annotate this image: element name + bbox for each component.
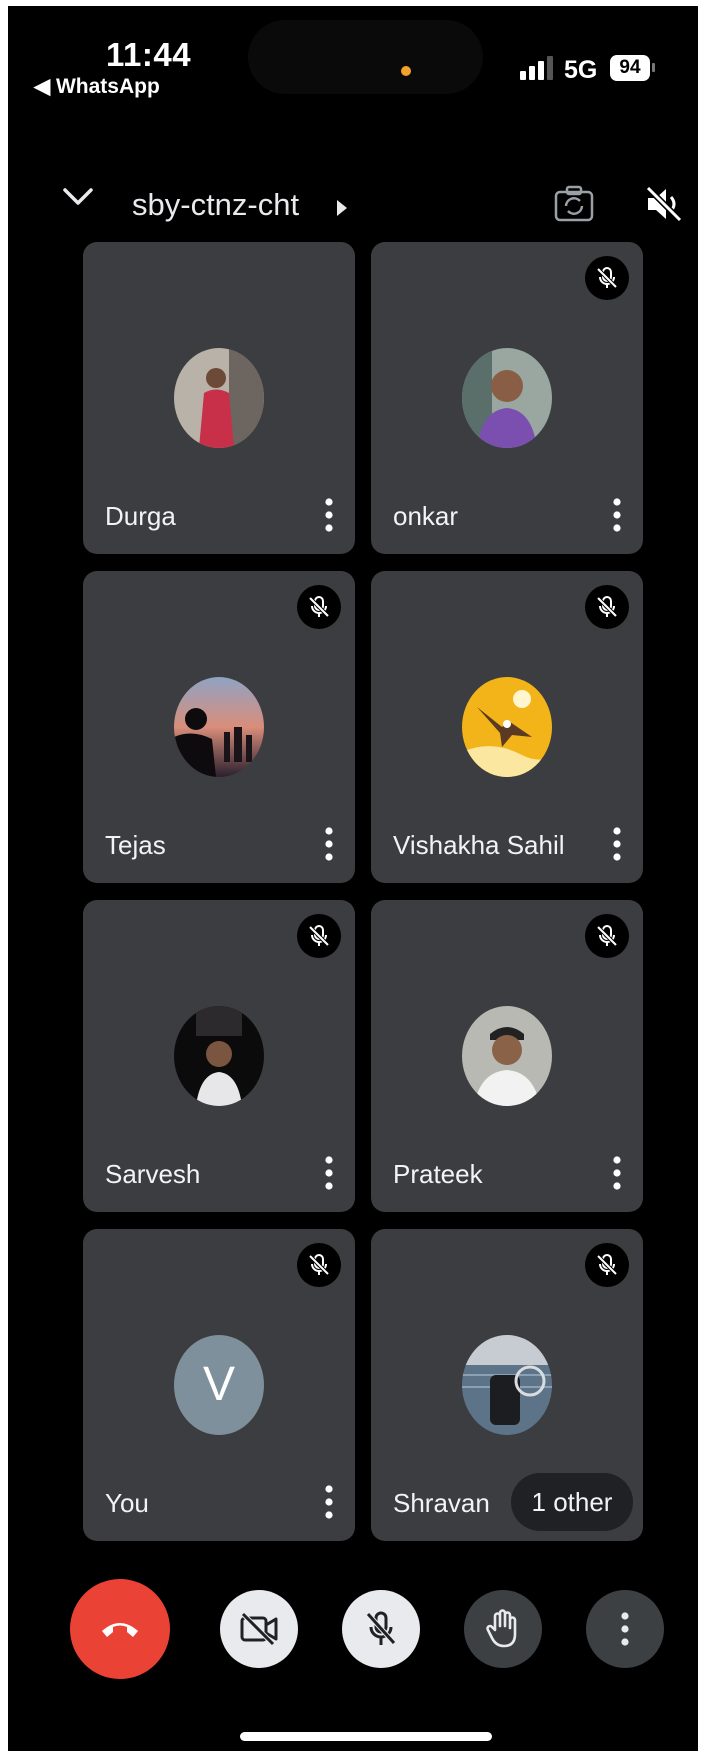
dynamic-island (248, 20, 483, 94)
participant-avatar (174, 348, 264, 448)
participant-name: Durga (105, 501, 176, 531)
initial-avatar: V (174, 1335, 264, 1435)
mic-in-use-indicator (401, 66, 411, 76)
more-vert-icon (621, 1612, 629, 1646)
more-options-icon[interactable] (613, 827, 621, 861)
muted-badge (297, 585, 341, 629)
participant-tile[interactable]: Shravan 1 other (371, 1229, 643, 1541)
meeting-code[interactable]: sby-ctnz-cht (132, 187, 299, 223)
end-call-button[interactable] (70, 1579, 170, 1679)
more-options-icon[interactable] (325, 827, 333, 861)
mic-off-icon (596, 267, 618, 289)
mic-off-icon (308, 1254, 330, 1276)
camera-toggle-button[interactable] (220, 1590, 298, 1668)
participant-tile[interactable]: Tejas (83, 571, 355, 883)
muted-badge (297, 914, 341, 958)
battery-nub (652, 63, 655, 72)
participant-name: Vishakha Sahil (393, 830, 565, 860)
speaker-off-icon[interactable] (644, 184, 684, 224)
mic-off-icon (596, 596, 618, 618)
camera-off-icon (240, 1612, 278, 1646)
raise-hand-button[interactable] (464, 1590, 542, 1668)
others-badge[interactable]: 1 other (511, 1473, 633, 1531)
muted-badge (585, 585, 629, 629)
more-options-icon[interactable] (325, 1156, 333, 1190)
hand-icon (486, 1609, 517, 1648)
mic-toggle-button[interactable] (342, 1590, 420, 1668)
home-indicator[interactable] (240, 1732, 492, 1741)
more-options-icon[interactable] (325, 498, 333, 532)
participant-tile-self[interactable]: V You (83, 1229, 355, 1541)
mic-off-icon (308, 596, 330, 618)
participant-avatar (462, 1006, 552, 1106)
hang-up-icon (102, 1623, 138, 1637)
muted-badge (585, 1243, 629, 1287)
more-options-icon[interactable] (613, 498, 621, 532)
muted-badge (585, 256, 629, 300)
more-options-icon[interactable] (325, 1485, 333, 1519)
participant-avatar (462, 348, 552, 448)
mic-off-icon (596, 925, 618, 947)
more-options-icon[interactable] (613, 1156, 621, 1190)
mic-off-icon (308, 925, 330, 947)
participant-avatar (462, 1335, 552, 1435)
participant-name: onkar (393, 501, 459, 531)
mic-off-icon (366, 1611, 396, 1645)
participant-name: Tejas (105, 830, 166, 860)
collapse-chevron-icon[interactable] (62, 186, 94, 208)
caret-right-icon[interactable] (336, 199, 348, 217)
muted-badge (297, 1243, 341, 1287)
battery-level: 94 (610, 55, 650, 81)
participant-tile[interactable]: Vishakha Sahil (371, 571, 643, 883)
back-to-app-link[interactable]: ◀ WhatsApp (34, 74, 160, 99)
status-time: 11:44 (106, 36, 192, 73)
muted-badge (585, 914, 629, 958)
more-options-button[interactable] (586, 1590, 664, 1668)
participant-name: Sarvesh (105, 1159, 201, 1189)
mic-off-icon (596, 1254, 618, 1276)
switch-camera-icon[interactable] (554, 184, 594, 222)
signal-icon (520, 56, 553, 80)
participant-tile[interactable]: Prateek (371, 900, 643, 1212)
participant-avatar (174, 677, 264, 777)
participant-avatar (462, 677, 552, 777)
participant-tile[interactable]: Sarvesh (83, 900, 355, 1212)
participant-tile[interactable]: Durga (83, 242, 355, 554)
participant-name: You (105, 1488, 149, 1518)
participant-name: Shravan (393, 1488, 490, 1518)
participant-name: Prateek (393, 1159, 483, 1189)
network-type: 5G (564, 56, 598, 84)
call-screen: 11:44 ◀ WhatsApp 5G 94 sby-ctnz-cht Durg… (8, 6, 698, 1751)
participant-avatar (174, 1006, 264, 1106)
participant-tile[interactable]: onkar (371, 242, 643, 554)
